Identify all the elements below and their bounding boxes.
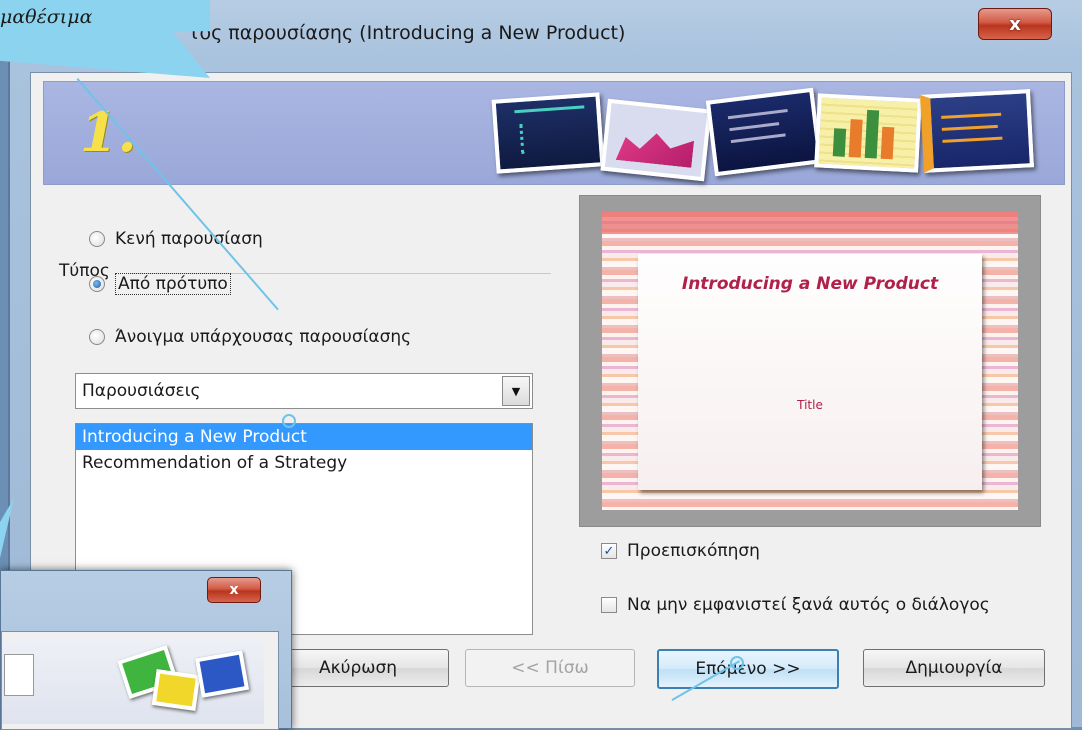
radio-empty-presentation[interactable]: Κενή παρουσίαση xyxy=(89,229,263,249)
slide-content-panel: Introducing a New Product Title xyxy=(638,254,982,490)
banner-thumbnail-list-slide-icon xyxy=(705,87,823,177)
step-number: 1. xyxy=(80,100,137,164)
list-item[interactable]: Introducing a New Product xyxy=(76,424,532,450)
preview-pane: Introducing a New Product Title xyxy=(579,195,1041,527)
preview-checkbox[interactable]: ✓ xyxy=(601,543,617,559)
yellow-slide-icon xyxy=(151,669,201,711)
callout-text: μαθέσιμα xyxy=(0,6,93,28)
dropdown-arrow-icon[interactable]: ▼ xyxy=(502,376,530,406)
page-thumbnail-icon xyxy=(4,654,34,696)
dont-show-checkbox-row[interactable]: Να μην εμφανιστεί ξανά αυτός ο διάλογος xyxy=(601,595,990,615)
background-dialog-window: x xyxy=(0,570,292,730)
dont-show-checkbox-label: Να μην εμφανιστεί ξανά αυτός ο διάλογος xyxy=(627,595,990,615)
banner-thumbnail-chart-slide-icon xyxy=(600,98,712,182)
banner-thumbnail-bar-chart-icon xyxy=(814,93,922,173)
callout-pointer-dot xyxy=(282,414,296,428)
slide-subtitle: Title xyxy=(797,398,823,412)
preview-slide: Introducing a New Product Title xyxy=(602,212,1018,510)
radio-button[interactable] xyxy=(89,231,105,247)
preview-checkbox-label: Προεπισκόπηση xyxy=(627,541,760,561)
close-icon: x xyxy=(1009,13,1021,35)
window-title: τος παρουσίασης (Introducing a New Produ… xyxy=(188,22,626,44)
category-dropdown[interactable]: Παρουσιάσεις ▼ xyxy=(75,373,533,409)
radio-button[interactable] xyxy=(89,276,105,292)
radio-label: Από πρότυπο xyxy=(115,273,231,295)
cancel-button[interactable]: Ακύρωση xyxy=(267,649,449,687)
radio-open-existing[interactable]: Άνοιγμα υπάρχουσας παρουσίασης xyxy=(89,327,411,347)
radio-from-template[interactable]: Από πρότυπο xyxy=(89,273,231,295)
banner-thumbnail-text-slide-icon xyxy=(920,89,1034,173)
create-button[interactable]: Δημιουργία xyxy=(863,649,1045,687)
list-item[interactable]: Recommendation of a Strategy xyxy=(76,450,532,476)
close-button[interactable]: x xyxy=(207,577,261,603)
radio-label: Κενή παρουσίαση xyxy=(115,229,263,249)
category-dropdown-value: Παρουσιάσεις xyxy=(82,381,201,401)
banner-thumbnail-dark-slide-icon xyxy=(491,92,605,174)
dont-show-checkbox[interactable] xyxy=(601,597,617,613)
slide-title: Introducing a New Product xyxy=(681,274,939,294)
wizard-banner: 1. xyxy=(43,81,1065,185)
close-button[interactable]: x xyxy=(978,8,1052,40)
next-button[interactable]: Επόμενο >> xyxy=(657,649,839,689)
radio-button[interactable] xyxy=(89,329,105,345)
preview-checkbox-row[interactable]: ✓ Προεπισκόπηση xyxy=(601,541,760,561)
background-dialog-client xyxy=(1,631,279,730)
radio-label: Άνοιγμα υπάρχουσας παρουσίασης xyxy=(115,327,412,347)
background-dialog-banner xyxy=(2,638,264,724)
close-icon: x xyxy=(229,582,239,598)
callout-pointer-dot-2 xyxy=(730,656,744,670)
slide-top-stripe xyxy=(602,212,1018,234)
blue-slide-icon xyxy=(194,650,250,698)
back-button[interactable]: << Πίσω xyxy=(465,649,635,687)
